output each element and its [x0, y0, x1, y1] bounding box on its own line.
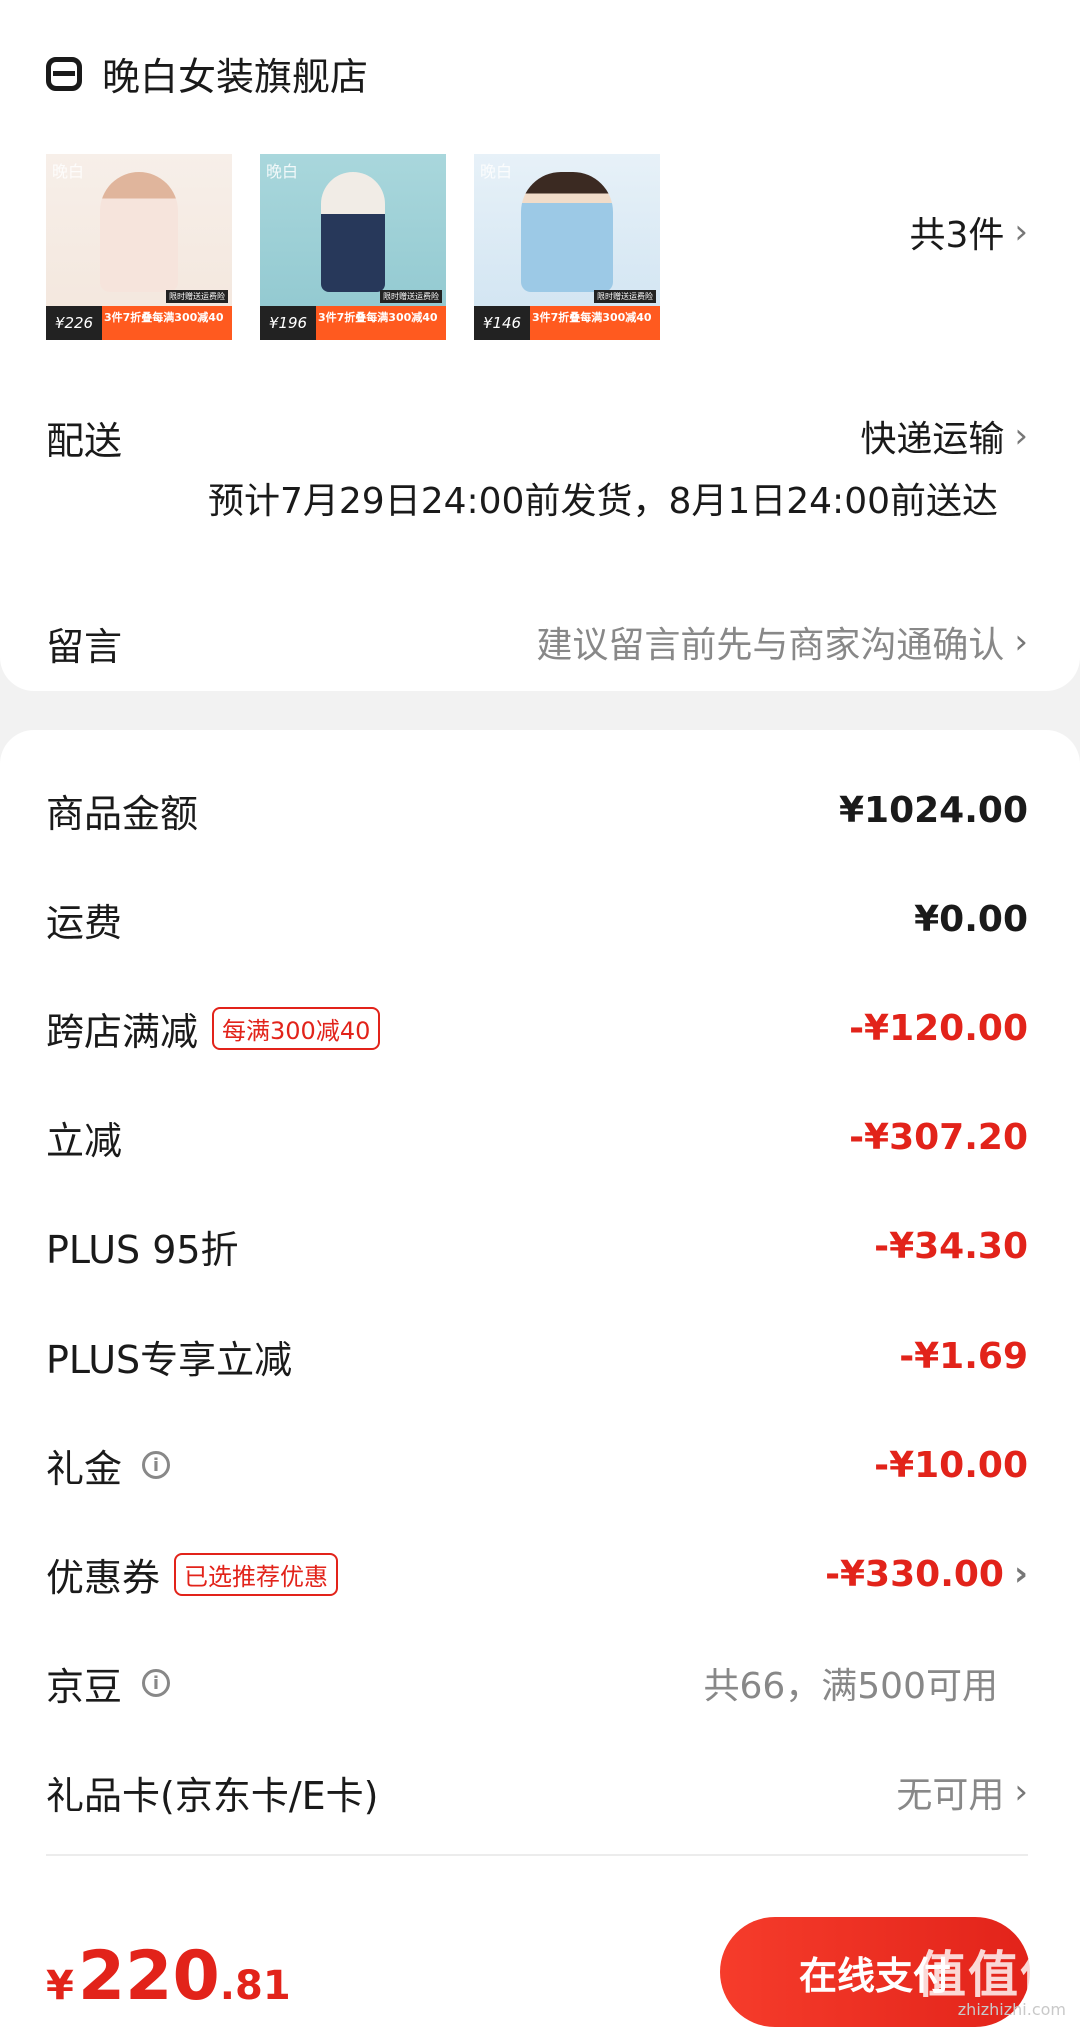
message-label: 留言	[46, 625, 123, 669]
plus95-row: PLUS 95折 -¥34.30	[46, 1225, 1028, 1272]
product-thumb-2[interactable]: 晚白 限时赠送运费险 ¥196 3件7折叠每满300减40	[260, 154, 446, 340]
promo-text: 3件7折叠每满300减40	[104, 311, 224, 324]
price-summary-card: 商品金额 ¥1024.00 运费 ¥0.00 跨店满减 每满300减40 -¥1…	[0, 730, 1080, 1970]
promo-banner: 限时赠送运费险 ¥196 3件7折叠每满300减40	[260, 290, 446, 340]
brand-mark: 晚白	[480, 162, 513, 181]
cross-store-value: -¥120.00	[849, 1007, 1028, 1049]
product-image	[100, 172, 178, 292]
plus-instant-value: -¥1.69	[899, 1335, 1028, 1377]
message-placeholder: 建议留言前先与商家沟通确认	[536, 625, 1005, 666]
delivery-method[interactable]: 快递运输 ›	[860, 410, 1028, 462]
gift-money-value: -¥10.00	[874, 1444, 1028, 1486]
store-card: 晚白女装旗舰店 晚白 限时赠送运费险 ¥226 3件7折叠每满300减40 晚白…	[0, 0, 1080, 691]
jingdou-value: 共66，满500可用	[703, 1666, 998, 1707]
store-header[interactable]: 晚白女装旗舰店	[46, 46, 368, 101]
product-thumb-3[interactable]: 晚白 限时赠送运费险 ¥146 3件7折叠每满300减40	[474, 154, 660, 340]
delivery-label: 配送	[46, 419, 123, 463]
cross-store-tag: 每满300减40	[212, 1006, 381, 1050]
watermark-site: zhizhizhi.com	[957, 2000, 1066, 2019]
chevron-right-icon: ›	[1014, 212, 1028, 252]
goods-amount-value: ¥1024.00	[838, 789, 1028, 831]
promo-banner: 限时赠送运费险 ¥226 3件7折叠每满300减40	[46, 290, 232, 340]
total-price: ¥ 220 .81	[46, 1937, 291, 2016]
delivery-method-text: 快递运输	[860, 419, 1005, 460]
gift-card-value: 无可用	[896, 1775, 1005, 1816]
cross-store-row: 跨店满减 每满300减40 -¥120.00	[46, 1006, 1028, 1054]
gift-card-row[interactable]: 礼品卡(京东卡/E卡) 无可用 ›	[46, 1762, 1028, 1822]
product-image	[321, 172, 385, 292]
info-icon[interactable]: i	[142, 1451, 171, 1479]
shipping-value: ¥0.00	[914, 898, 1028, 940]
jingdou-row: 京豆 i 共66，满500可用	[46, 1653, 998, 1713]
product-thumb-1[interactable]: 晚白 限时赠送运费险 ¥226 3件7折叠每满300减40	[46, 154, 232, 340]
instant-discount-value: -¥307.20	[849, 1116, 1028, 1158]
watermark-logo: 值值值	[916, 1946, 1072, 2004]
chevron-right-icon: ›	[1013, 1554, 1028, 1594]
goods-amount-row: 商品金额 ¥1024.00	[46, 789, 1028, 836]
delivery-estimate: 预计7月29日24:00前发货，8月1日24:00前送达	[207, 481, 998, 522]
chevron-right-icon: ›	[1014, 1772, 1028, 1812]
promo-banner: 限时赠送运费险 ¥146 3件7折叠每满300减40	[474, 290, 660, 340]
item-count-link[interactable]: 共3件 ›	[909, 206, 1028, 258]
divider	[46, 1854, 1028, 1856]
info-icon[interactable]: i	[142, 1669, 171, 1697]
instant-discount-row: 立减 -¥307.20	[46, 1116, 1028, 1163]
product-thumbnails[interactable]: 晚白 限时赠送运费险 ¥226 3件7折叠每满300减40 晚白 限时赠送运费险…	[46, 154, 688, 340]
product-image	[521, 172, 613, 292]
chevron-right-icon: ›	[1014, 416, 1028, 456]
store-name: 晚白女装旗舰店	[102, 55, 369, 99]
item-count: 共3件	[909, 215, 1005, 256]
price-badge: ¥196	[260, 306, 316, 340]
promo-text: 3件7折叠每满300减40	[532, 311, 652, 324]
store-icon	[46, 56, 82, 91]
gift-money-row: 礼金 i -¥10.00	[46, 1444, 1028, 1491]
message-input[interactable]: 建议留言前先与商家沟通确认 ›	[536, 616, 1028, 668]
chevron-right-icon: ›	[1014, 622, 1028, 662]
plus95-value: -¥34.30	[874, 1225, 1028, 1267]
coupon-row[interactable]: 优惠券 已选推荐优惠 -¥330.00 ›	[46, 1544, 1028, 1604]
price-badge: ¥146	[474, 306, 530, 340]
shipping-row: 运费 ¥0.00	[46, 898, 1028, 945]
brand-mark: 晚白	[266, 162, 299, 181]
coupon-tag: 已选推荐优惠	[174, 1552, 339, 1596]
plus-instant-row: PLUS专享立减 -¥1.69	[46, 1335, 1028, 1382]
brand-mark: 晚白	[52, 162, 85, 181]
price-badge: ¥226	[46, 306, 102, 340]
promo-text: 3件7折叠每满300减40	[318, 311, 438, 324]
coupon-value: -¥330.00	[825, 1553, 1004, 1595]
